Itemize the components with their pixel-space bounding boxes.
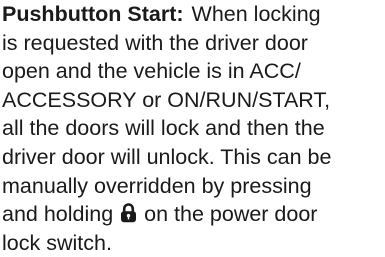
text-line-9: lock switch. [2,230,112,255]
text-line-6: driver door will unlock. This can be [2,144,332,169]
section-heading: Pushbutton Start: [2,2,184,26]
pushbutton-start-paragraph: Pushbutton Start: When locking is request… [2,0,384,257]
text-line-4: ACCESSORY or ON/RUN/START, [2,87,331,112]
text-line-3: open and the vehicle is in ACC/ [2,59,301,84]
text-line-2: is requested with the driver door [2,30,308,55]
text-line-1: Pushbutton Start: When locking [2,0,384,29]
text-line-8: and holding on the power door [2,200,384,229]
text-segment: on the power door [144,202,318,227]
text-segment: When locking [191,2,321,26]
text-segment: and holding [2,202,114,227]
text-line-5: all the doors will lock and then the [2,116,325,141]
text-line-7: manually overridden by pressing [2,173,312,198]
lock-icon [120,203,137,223]
